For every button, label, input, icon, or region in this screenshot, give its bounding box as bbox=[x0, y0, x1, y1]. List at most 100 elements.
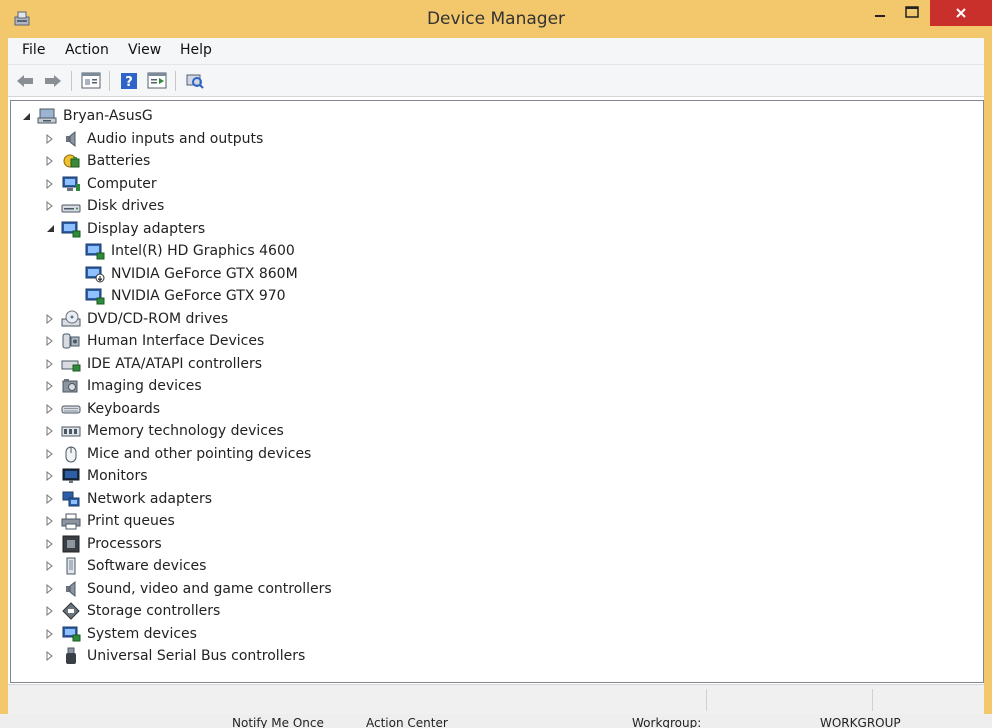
tree-item-mice-and-other-pointing-devices[interactable]: Mice and other pointing devices bbox=[45, 444, 311, 464]
usb-icon bbox=[61, 647, 81, 665]
menu-action[interactable]: Action bbox=[65, 42, 109, 58]
processor-icon bbox=[61, 535, 81, 553]
expand-icon[interactable] bbox=[45, 516, 55, 526]
expand-icon[interactable] bbox=[45, 336, 55, 346]
scan-hardware-button[interactable] bbox=[184, 70, 206, 92]
category-label: Batteries bbox=[87, 153, 151, 169]
storage-controller-icon bbox=[61, 602, 81, 620]
monitor-icon bbox=[61, 467, 81, 485]
tree-item-universal-serial-bus-controllers[interactable]: Universal Serial Bus controllers bbox=[45, 646, 305, 666]
title-bar[interactable]: Device Manager bbox=[0, 0, 992, 38]
background-window-strip: Notify Me Once Action Center Workgroup: … bbox=[0, 714, 992, 728]
device-tree[interactable]: Bryan-AsusG Audio inputs and outputs Batte… bbox=[10, 100, 984, 683]
help-icon: ? bbox=[121, 73, 137, 90]
help-button[interactable]: ? bbox=[118, 70, 140, 92]
back-arrow-icon bbox=[17, 75, 33, 87]
category-label: Sound, video and game controllers bbox=[87, 580, 332, 597]
category-label: DVD/CD-ROM drives bbox=[87, 310, 229, 327]
expand-icon[interactable] bbox=[45, 628, 55, 639]
expand-icon[interactable] bbox=[45, 381, 55, 391]
expand-icon[interactable] bbox=[45, 201, 55, 211]
maximize-button[interactable] bbox=[894, 0, 930, 24]
expand-icon[interactable] bbox=[45, 561, 55, 571]
tree-item-network-adapters[interactable]: Network adapters bbox=[45, 489, 212, 509]
expand-icon[interactable] bbox=[45, 493, 55, 504]
category-label: Mice and other pointing devices bbox=[87, 445, 312, 462]
status-divider bbox=[706, 689, 707, 711]
tree-item-nvidia-geforce-gtx-860m[interactable]: NVIDIA GeForce GTX 860M bbox=[69, 264, 298, 284]
expand-icon[interactable] bbox=[45, 358, 55, 369]
tree-item-ide-ata-atapi-controllers[interactable]: IDE ATA/ATAPI controllers bbox=[45, 354, 262, 374]
expand-icon[interactable] bbox=[45, 538, 55, 549]
expand-icon[interactable] bbox=[45, 313, 55, 324]
tree-item-disk-drives[interactable]: Disk drives bbox=[45, 196, 164, 216]
show-hide-console-tree-button[interactable] bbox=[80, 70, 102, 92]
minimize-button[interactable] bbox=[862, 0, 898, 24]
background-text: Workgroup: bbox=[632, 716, 702, 728]
tree-item-dvd-cd-rom-drives[interactable]: DVD/CD-ROM drives bbox=[45, 309, 228, 329]
ide-controller-icon bbox=[61, 355, 81, 373]
toolbar: ? bbox=[8, 65, 984, 97]
expand-icon[interactable] bbox=[45, 156, 55, 166]
background-text: Notify Me Once bbox=[232, 716, 324, 728]
toolbar-separator bbox=[175, 71, 176, 91]
status-divider bbox=[872, 689, 873, 711]
display-child-warning-icon bbox=[85, 265, 105, 283]
expand-icon[interactable] bbox=[45, 651, 55, 661]
category-label: Audio inputs and outputs bbox=[87, 130, 264, 147]
tree-item-intel-r-hd-graphics-4600[interactable]: Intel(R) HD Graphics 4600 bbox=[69, 241, 295, 261]
tree-item-memory-technology-devices[interactable]: Memory technology devices bbox=[45, 421, 284, 441]
collapse-icon[interactable] bbox=[45, 224, 55, 234]
printer-icon bbox=[61, 512, 81, 530]
tree-item-keyboards[interactable]: Keyboards bbox=[45, 399, 160, 419]
tree-item-audio-inputs-and-outputs[interactable]: Audio inputs and outputs bbox=[45, 129, 263, 149]
tree-item-display-adapters[interactable]: Display adapters bbox=[45, 219, 205, 239]
tree-item-processors[interactable]: Processors bbox=[45, 534, 162, 554]
expand-icon[interactable] bbox=[45, 583, 55, 594]
category-label: Computer bbox=[87, 175, 157, 192]
expand-icon[interactable] bbox=[45, 403, 55, 414]
category-label: Storage controllers bbox=[87, 603, 221, 619]
collapse-icon[interactable] bbox=[21, 111, 31, 121]
tree-item-print-queues[interactable]: Print queues bbox=[45, 511, 175, 531]
tree-item-system-devices[interactable]: System devices bbox=[45, 624, 197, 644]
computer-root-icon bbox=[37, 107, 57, 125]
category-label: Memory technology devices bbox=[87, 423, 284, 439]
tree-item-storage-controllers[interactable]: Storage controllers bbox=[45, 601, 220, 621]
display-adapter-icon bbox=[61, 220, 81, 238]
background-text: Action Center bbox=[366, 716, 448, 728]
tree-item-batteries[interactable]: Batteries bbox=[45, 151, 150, 171]
expand-icon[interactable] bbox=[45, 133, 55, 144]
camera-icon bbox=[61, 377, 81, 395]
menu-help[interactable]: Help bbox=[180, 42, 212, 58]
close-button[interactable] bbox=[930, 0, 992, 26]
category-label: Processors bbox=[87, 535, 162, 552]
expand-icon[interactable] bbox=[45, 426, 55, 436]
tree-item-sound-video-and-game-controllers[interactable]: Sound, video and game controllers bbox=[45, 579, 332, 599]
tree-item-human-interface-devices[interactable]: Human Interface Devices bbox=[45, 331, 264, 351]
properties-button[interactable] bbox=[146, 70, 168, 92]
background-text: WORKGROUP bbox=[820, 716, 901, 728]
tree-root-node[interactable]: Bryan-AsusG bbox=[21, 106, 153, 126]
expand-icon[interactable] bbox=[45, 606, 55, 616]
menu-view[interactable]: View bbox=[128, 42, 161, 58]
tree-item-nvidia-geforce-gtx-970[interactable]: NVIDIA GeForce GTX 970 bbox=[69, 286, 286, 306]
forward-button[interactable] bbox=[42, 70, 64, 92]
toolbar-separator bbox=[109, 71, 110, 91]
tree-item-imaging-devices[interactable]: Imaging devices bbox=[45, 376, 202, 396]
expand-icon[interactable] bbox=[45, 178, 55, 189]
back-button[interactable] bbox=[14, 70, 36, 92]
mouse-icon bbox=[61, 445, 81, 463]
category-label: Display adapters bbox=[87, 220, 206, 237]
tree-item-software-devices[interactable]: Software devices bbox=[45, 556, 206, 576]
tree-root-label: Bryan-AsusG bbox=[63, 108, 153, 124]
speaker-icon bbox=[61, 580, 81, 598]
menu-file[interactable]: File bbox=[22, 42, 45, 58]
no-expander bbox=[69, 291, 79, 301]
expand-icon[interactable] bbox=[45, 448, 55, 459]
tree-item-monitors[interactable]: Monitors bbox=[45, 466, 148, 486]
expand-icon[interactable] bbox=[45, 471, 55, 481]
tree-item-computer[interactable]: Computer bbox=[45, 174, 157, 194]
category-label: Human Interface Devices bbox=[87, 333, 265, 349]
speaker-icon bbox=[61, 130, 81, 148]
